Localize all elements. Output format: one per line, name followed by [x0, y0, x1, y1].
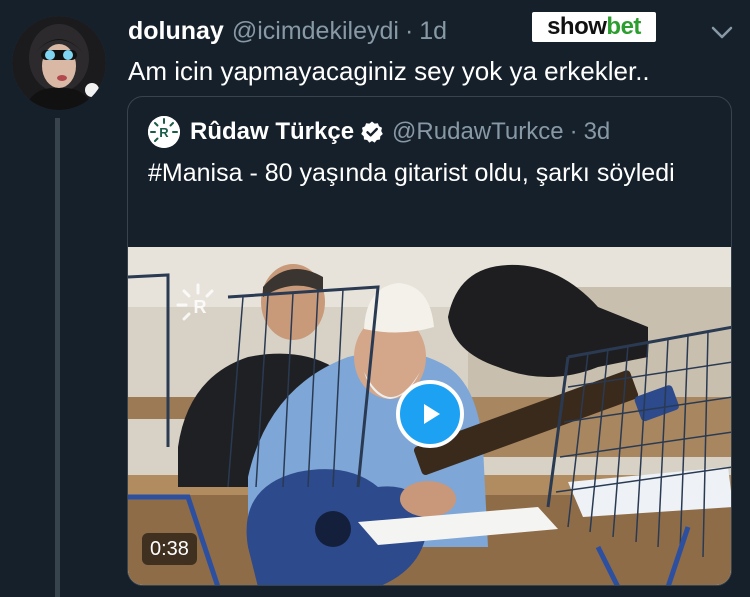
tweet-text: Am icin yapmayacaginiz sey yok ya erkekl… — [128, 56, 650, 86]
watermark-part-2: bet — [606, 13, 641, 40]
verified-badge-icon — [360, 120, 384, 144]
play-icon — [424, 404, 440, 424]
author-avatar[interactable] — [12, 16, 106, 110]
dot-separator: · — [404, 16, 414, 45]
thread-line — [55, 118, 60, 597]
avatar-image — [12, 16, 106, 110]
quoted-tweet-card[interactable]: R Rûdaw Türkçe @RudawTurkce · 3d #Manisa… — [127, 96, 732, 586]
tweet-timestamp[interactable]: 1d — [419, 17, 447, 46]
svg-text:R: R — [194, 297, 207, 317]
quoted-tweet-header: R Rûdaw Türkçe @RudawTurkce · 3d — [148, 115, 610, 149]
chevron-down-icon[interactable] — [708, 22, 736, 42]
video-duration: 0:38 — [142, 533, 197, 565]
author-name[interactable]: dolunay — [128, 17, 224, 46]
rudaw-logo-icon: R — [148, 116, 180, 148]
showbet-watermark: show bet — [532, 12, 656, 42]
svg-text:R: R — [159, 125, 169, 140]
video-player[interactable]: R 0:38 — [128, 247, 731, 585]
play-button[interactable] — [396, 380, 464, 448]
tweet-header: dolunay @icimdekileydi · 1d — [128, 14, 447, 48]
quoted-author-name[interactable]: Rûdaw Türkçe — [190, 118, 354, 146]
quoted-author-avatar[interactable]: R — [148, 116, 180, 148]
quoted-tweet-text: #Manisa - 80 yaşında gitarist oldu, şark… — [148, 159, 675, 187]
quoted-tweet-timestamp[interactable]: 3d — [584, 118, 611, 146]
watermark-part-1: show — [547, 13, 607, 40]
quoted-author-handle[interactable]: @RudawTurkce — [392, 118, 564, 146]
dot-separator: · — [569, 118, 578, 145]
author-handle[interactable]: @icimdekileydi — [232, 17, 399, 46]
